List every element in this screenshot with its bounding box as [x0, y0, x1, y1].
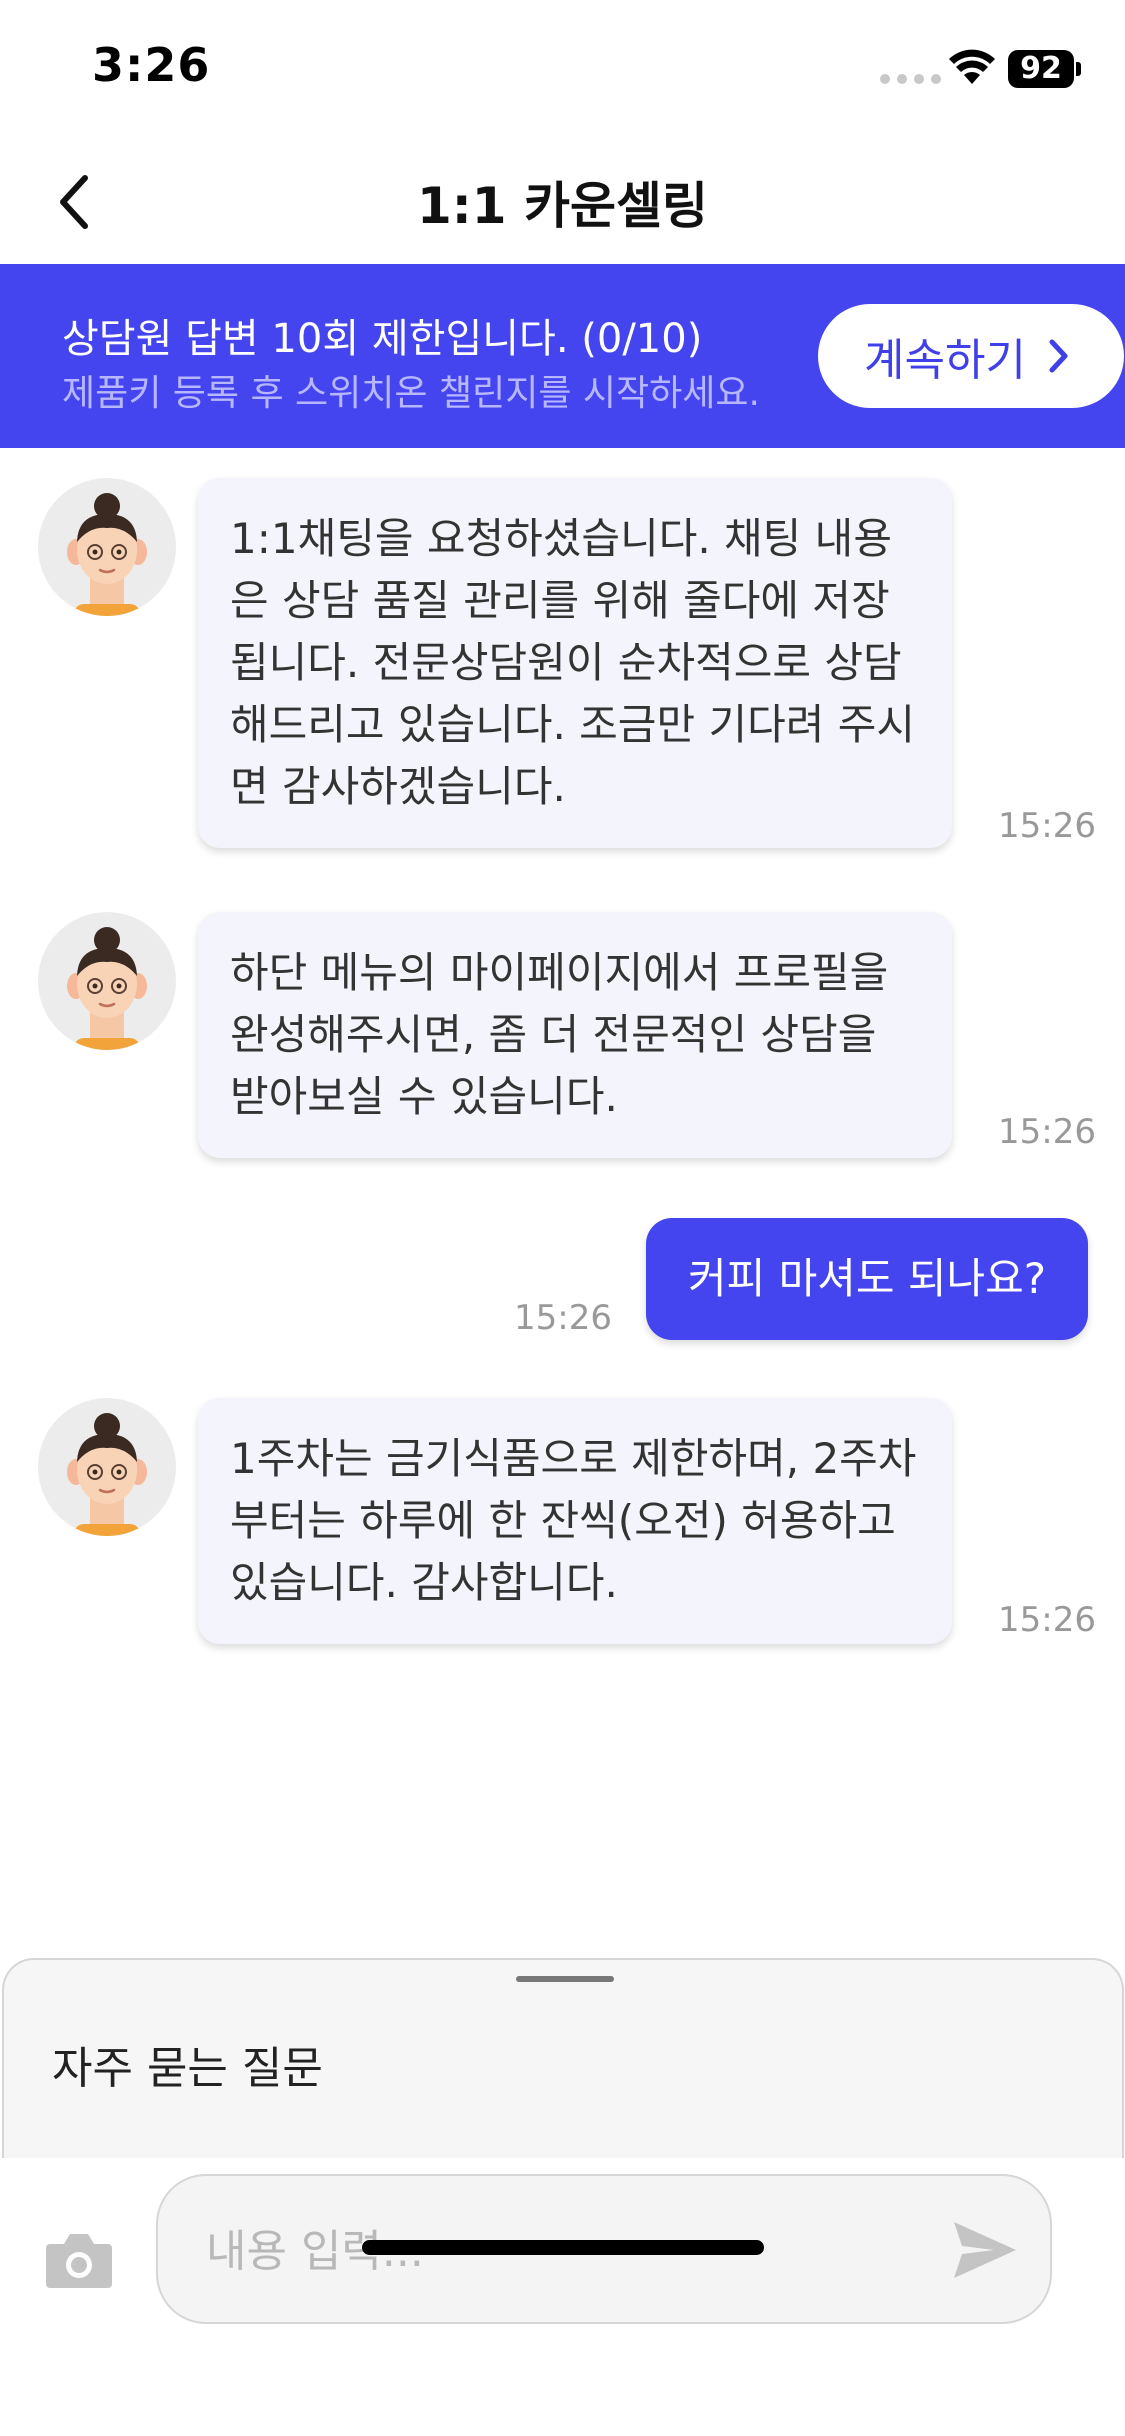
message-time: 15:26: [998, 1600, 1096, 1640]
chevron-right-icon: [1048, 338, 1070, 374]
send-icon[interactable]: [950, 2218, 1020, 2282]
message-bubble: 하단 메뉴의 마이페이지에서 프로필을 완성해주시면, 좀 더 전문적인 상담을…: [198, 912, 952, 1158]
message-bubble: 1주차는 금기식품으로 제한하며, 2주차 부터는 하루에 한 잔씩(오전) 허…: [198, 1398, 952, 1644]
banner-title: 상담원 답변 10회 제한입니다. (0/10): [62, 316, 703, 362]
limit-banner: 상담원 답변 10회 제한입니다. (0/10) 제품키 등록 후 스위치온 챌…: [0, 264, 1125, 448]
page-title: 1:1 카운셀링: [417, 177, 708, 235]
wifi-icon: [949, 49, 995, 84]
counselor-avatar-image: [67, 927, 147, 1050]
status-bar: 3:26 92: [0, 0, 1125, 140]
faq-sheet[interactable]: 자주 묻는 질문: [2, 1958, 1124, 2158]
sheet-drag-handle[interactable]: [516, 1976, 614, 1982]
message-time: 15:26: [998, 806, 1096, 846]
cellular-signal-icon: [880, 74, 941, 84]
banner-subtitle: 제품키 등록 후 스위치온 챌린지를 시작하세요.: [62, 373, 760, 414]
home-indicator: [362, 2240, 764, 2255]
counselor-avatar: [38, 912, 176, 1050]
counselor-avatar: [38, 478, 176, 616]
composer-bar: [0, 2158, 1125, 2436]
faq-title[interactable]: 자주 묻는 질문: [52, 2032, 323, 2096]
status-time: 3:26: [92, 38, 211, 92]
counselor-avatar-image: [67, 1413, 147, 1536]
battery-tip: [1076, 62, 1081, 76]
continue-label: 계속하기: [864, 335, 1026, 386]
camera-icon[interactable]: [44, 2228, 114, 2290]
nav-bar: 1:1 카운셀링: [0, 140, 1125, 264]
counselor-avatar-image: [67, 493, 147, 616]
message-bubble: 1:1채팅을 요청하셨습니다. 채팅 내용은 상담 품질 관리를 위해 줄다에 …: [198, 478, 952, 848]
message-time: 15:26: [514, 1298, 612, 1338]
continue-button[interactable]: 계속하기: [818, 304, 1124, 408]
user-message-bubble: 커피 마셔도 되나요?: [646, 1218, 1088, 1340]
message-time: 15:26: [998, 1112, 1096, 1152]
counselor-avatar: [38, 1398, 176, 1536]
battery-indicator: 92: [1008, 50, 1074, 88]
chat-area[interactable]: 1:1채팅을 요청하셨습니다. 채팅 내용은 상담 품질 관리를 위해 줄다에 …: [0, 448, 1125, 1958]
